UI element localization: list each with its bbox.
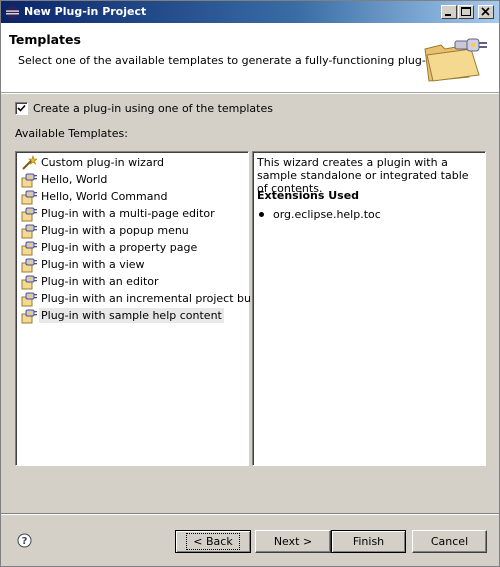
template-details-panel: This wizard creates a plugin with a samp… [252, 151, 486, 466]
wizard-header: Templates Select one of the available te… [1, 23, 499, 93]
template-list-item[interactable]: Plug-in with a popup menu [21, 222, 245, 239]
plugin-template-icon [21, 172, 37, 188]
template-list-item[interactable]: Custom plug-in wizard [21, 154, 245, 171]
plugin-template-icon [21, 257, 37, 273]
plugin-template-icon [21, 206, 37, 222]
plugin-template-icon [21, 240, 37, 256]
title-bar[interactable]: New Plug-in Project [1, 1, 499, 23]
finish-button-label: Finish [352, 535, 385, 548]
new-plugin-folder-icon [424, 38, 487, 82]
template-list-item[interactable]: Plug-in with an incremental project buil… [21, 290, 275, 307]
page-description: Select one of the available templates to… [18, 54, 440, 67]
plugin-template-icon [21, 308, 37, 324]
template-label: Plug-in with sample help content [39, 308, 224, 323]
checkmark-icon [17, 104, 26, 112]
template-list[interactable]: Custom plug-in wizard Hello, World Hello, … [15, 151, 275, 466]
help-icon[interactable]: ? [17, 533, 32, 548]
minimize-button[interactable] [441, 5, 457, 19]
template-list-item[interactable]: Plug-in with a property page [21, 239, 245, 256]
maximize-icon [461, 7, 471, 16]
use-template-checkbox-row[interactable]: Create a plug-in using one of the templa… [15, 102, 273, 115]
plugin-template-icon [21, 223, 37, 239]
template-label: Plug-in with a multi-page editor [41, 207, 215, 220]
available-templates-label: Available Templates: [15, 127, 128, 140]
window-title: New Plug-in Project [24, 5, 147, 18]
template-label: Plug-in with an editor [41, 275, 159, 288]
back-button-label: < Back [186, 533, 240, 550]
close-button[interactable] [478, 5, 494, 19]
wizard-window: New Plug-in Project Templates Select one… [0, 0, 500, 567]
finish-button[interactable]: Finish [331, 530, 406, 553]
template-label: Plug-in with a property page [41, 241, 198, 254]
template-label: Plug-in with a popup menu [41, 224, 189, 237]
template-list-item[interactable]: Plug-in with a view [21, 256, 245, 273]
wand-icon [21, 154, 38, 171]
extension-label: org.eclipse.help.toc [273, 208, 381, 221]
next-button-label: Next > [273, 535, 313, 548]
use-template-checkbox[interactable] [15, 102, 28, 115]
template-label: Hello, World [41, 173, 108, 186]
button-bar-divider [1, 513, 499, 515]
template-label: Plug-in with a view [41, 258, 145, 271]
template-label: Plug-in with an incremental project buil… [41, 292, 276, 305]
eclipse-icon [6, 6, 19, 19]
use-template-label: Create a plug-in using one of the templa… [33, 102, 273, 115]
cancel-button-label: Cancel [430, 535, 469, 548]
header-divider [1, 93, 499, 94]
template-list-item[interactable]: Hello, World [21, 171, 245, 188]
plugin-template-icon [21, 274, 37, 290]
back-button[interactable]: < Back [175, 530, 251, 553]
maximize-button[interactable] [458, 5, 474, 19]
extensions-heading: Extensions Used [257, 189, 360, 202]
template-list-item[interactable]: Plug-in with sample help content [21, 307, 245, 324]
extension-item: org.eclipse.help.toc [257, 208, 381, 221]
bullet-icon [259, 212, 264, 217]
svg-text:?: ? [22, 536, 28, 547]
template-label: Custom plug-in wizard [41, 156, 165, 169]
cancel-button[interactable]: Cancel [412, 530, 487, 553]
plugin-template-icon [21, 291, 37, 307]
close-icon [481, 7, 490, 16]
next-button[interactable]: Next > [255, 530, 331, 553]
template-list-item[interactable]: Plug-in with a multi-page editor [21, 205, 245, 222]
template-list-item[interactable]: Hello, World Command [21, 188, 245, 205]
page-title: Templates [9, 32, 81, 47]
template-list-items: Custom plug-in wizard Hello, World Hello, … [21, 154, 275, 324]
plugin-template-icon [21, 189, 37, 205]
minimize-icon [445, 14, 451, 16]
template-list-item[interactable]: Plug-in with an editor [21, 273, 245, 290]
template-label: Hello, World Command [41, 190, 168, 203]
